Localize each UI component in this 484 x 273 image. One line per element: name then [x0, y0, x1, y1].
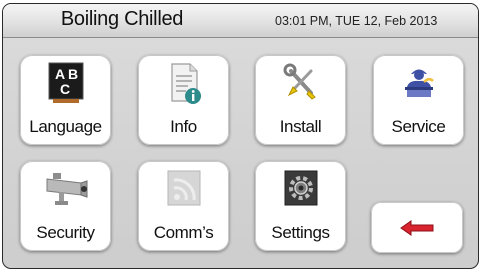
language-icon: A B C: [20, 61, 111, 109]
screen: Boiling Chilled 03:01 PM, TUE 12, Feb 20…: [2, 3, 479, 269]
security-camera-icon: [20, 167, 111, 215]
settings-label: Settings: [271, 223, 330, 242]
install-label: Install: [279, 117, 322, 136]
svg-text:B: B: [68, 66, 78, 82]
install-button[interactable]: Install: [255, 55, 346, 145]
language-button[interactable]: A B C Language: [20, 55, 111, 145]
security-label: Security: [36, 223, 95, 242]
info-button[interactable]: Info: [138, 55, 229, 145]
settings-button[interactable]: Settings: [255, 161, 346, 251]
back-button[interactable]: [371, 202, 463, 253]
comms-label: Comm’s: [153, 223, 214, 242]
title-bar: Boiling Chilled 03:01 PM, TUE 12, Feb 20…: [3, 4, 478, 38]
install-tools-icon: [255, 61, 346, 109]
comms-button[interactable]: Comm’s: [138, 161, 229, 251]
service-label: Service: [391, 117, 446, 136]
service-technician-icon: [373, 61, 464, 109]
language-label: Language: [29, 117, 102, 136]
settings-gear-icon: [255, 167, 346, 215]
wifi-signal-icon: [138, 167, 229, 215]
service-button[interactable]: Service: [373, 55, 464, 145]
date-time: 03:01 PM, TUE 12, Feb 2013: [275, 14, 438, 28]
svg-text:A: A: [55, 66, 65, 82]
security-button[interactable]: Security: [20, 161, 111, 251]
svg-text:C: C: [60, 81, 70, 97]
page-title: Boiling Chilled: [60, 8, 184, 30]
info-document-icon: [138, 61, 229, 109]
back-arrow-icon: [400, 220, 434, 236]
info-label: Info: [170, 117, 197, 136]
